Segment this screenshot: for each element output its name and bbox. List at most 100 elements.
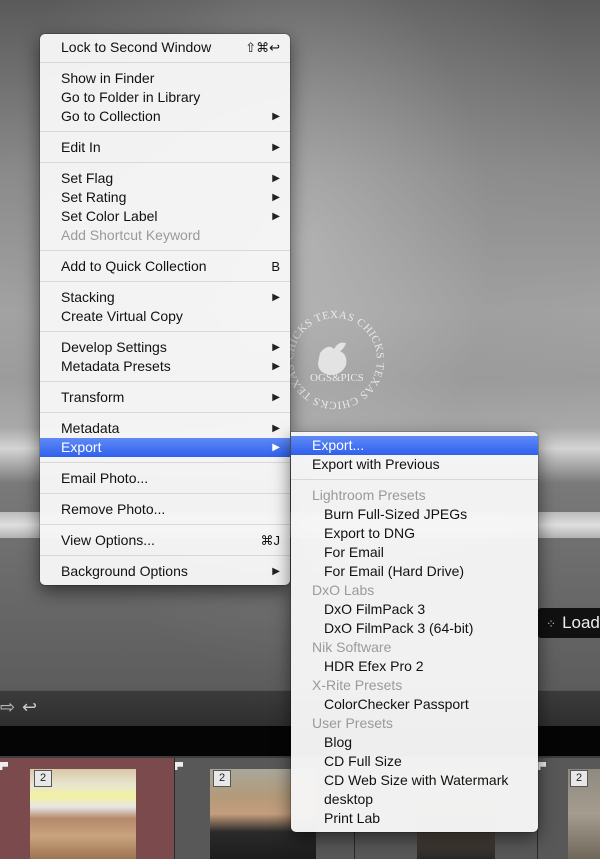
menu-item-set-rating[interactable]: Set Rating ▶ <box>40 188 290 207</box>
menu-separator <box>40 162 290 163</box>
menu-item-label: Set Color Label <box>61 208 158 224</box>
load-label: Load <box>562 613 600 632</box>
menu-item-label: Go to Collection <box>61 108 161 124</box>
submenu-arrow-icon: ▶ <box>272 111 280 122</box>
menu-separator <box>40 62 290 63</box>
filmstrip-cell[interactable]: 2 <box>538 758 600 859</box>
menu-item-label: Set Rating <box>61 189 127 205</box>
menu-item-metadata[interactable]: Metadata ▶ <box>40 419 290 438</box>
menu-item-set-flag[interactable]: Set Flag ▶ <box>40 169 290 188</box>
preset-item[interactable]: ColorChecker Passport <box>291 695 538 714</box>
preset-item[interactable]: For Email (Hard Drive) <box>291 562 538 581</box>
menu-item-create-virtual-copy[interactable]: Create Virtual Copy <box>40 307 290 326</box>
stack-count-badge: 2 <box>34 770 52 787</box>
menu-separator <box>291 479 538 480</box>
stack-count-badge: 2 <box>213 770 231 787</box>
export-submenu: Export... Export with Previous Lightroom… <box>291 432 538 832</box>
menu-item-label: Remove Photo... <box>61 501 166 517</box>
section-heading-nik-software: Nik Software <box>312 639 392 655</box>
menu-separator <box>40 281 290 282</box>
menu-item-add-to-quick-collection[interactable]: Add to Quick Collection B <box>40 257 290 276</box>
preset-item[interactable]: desktop <box>291 790 538 809</box>
preset-item[interactable]: Burn Full-Sized JPEGs <box>291 505 538 524</box>
menu-separator <box>40 131 290 132</box>
shortcut-label: ⌘J <box>260 533 281 548</box>
menu-item-label: View Options... <box>61 532 155 548</box>
menu-item-view-options[interactable]: View Options... ⌘J <box>40 531 290 550</box>
preset-item[interactable]: For Email <box>291 543 538 562</box>
submenu-item-export[interactable]: Export... <box>291 436 538 455</box>
menu-item-remove-photo[interactable]: Remove Photo... <box>40 500 290 519</box>
shortcut-label: B <box>271 259 280 274</box>
menu-item-label: Transform <box>61 389 125 405</box>
menu-item-add-shortcut-keyword: Add Shortcut Keyword <box>40 226 290 245</box>
menu-separator <box>40 381 290 382</box>
menu-item-label: Edit In <box>61 139 101 155</box>
menu-item-label: Metadata Presets <box>61 358 171 374</box>
preset-item[interactable]: HDR Efex Pro 2 <box>291 657 538 676</box>
return-icon[interactable]: ↩ <box>22 697 37 718</box>
submenu-arrow-icon: ▶ <box>272 142 280 153</box>
submenu-arrow-icon: ▶ <box>272 292 280 303</box>
submenu-arrow-icon: ▶ <box>272 192 280 203</box>
rotate-right-icon[interactable]: ⇨ <box>0 697 15 718</box>
filmstrip-cell[interactable]: 2 <box>0 758 175 859</box>
section-heading-dxo-labs: DxO Labs <box>312 582 375 598</box>
submenu-arrow-icon: ▶ <box>272 173 280 184</box>
menu-item-label: Develop Settings <box>61 339 167 355</box>
preset-item[interactable]: CD Web Size with Watermark <box>291 771 538 790</box>
load-button[interactable]: ⁘ Load <box>538 608 600 638</box>
menu-item-transform[interactable]: Transform ▶ <box>40 388 290 407</box>
menu-item-set-color-label[interactable]: Set Color Label ▶ <box>40 207 290 226</box>
menu-item-label: Lock to Second Window <box>61 39 212 55</box>
preset-item[interactable]: Export to DNG <box>291 524 538 543</box>
menu-separator <box>40 493 290 494</box>
menu-item-label: Export with Previous <box>312 456 440 472</box>
submenu-arrow-icon: ▶ <box>272 342 280 353</box>
flag-icon <box>175 762 183 770</box>
menu-separator <box>40 462 290 463</box>
flag-icon <box>538 762 546 770</box>
preset-item[interactable]: CD Full Size <box>291 752 538 771</box>
menu-item-email-photo[interactable]: Email Photo... <box>40 469 290 488</box>
menu-item-show-in-finder[interactable]: Show in Finder <box>40 69 290 88</box>
submenu-arrow-icon: ▶ <box>272 392 280 403</box>
menu-item-develop-settings[interactable]: Develop Settings ▶ <box>40 338 290 357</box>
menu-item-edit-in[interactable]: Edit In ▶ <box>40 138 290 157</box>
menu-separator <box>40 331 290 332</box>
stack-count-badge: 2 <box>570 770 588 787</box>
menu-item-label: Email Photo... <box>61 470 149 486</box>
menu-item-label: Create Virtual Copy <box>61 308 183 324</box>
submenu-arrow-icon: ▶ <box>272 423 280 434</box>
menu-item-label: Export... <box>312 437 365 453</box>
submenu-arrow-icon: ▶ <box>272 566 280 577</box>
menu-item-go-to-collection[interactable]: Go to Collection ▶ <box>40 107 290 126</box>
preset-item[interactable]: DxO FilmPack 3 <box>291 600 538 619</box>
watermark-logo: CHICKS TEXAS CHICKS TEXAS CHICKS TEXAS O… <box>284 309 386 411</box>
submenu-item-export-with-previous[interactable]: Export with Previous <box>291 455 538 474</box>
submenu-arrow-icon: ▶ <box>272 361 280 372</box>
preset-item[interactable]: DxO FilmPack 3 (64-bit) <box>291 619 538 638</box>
submenu-arrow-icon: ▶ <box>272 211 280 222</box>
preset-item[interactable]: Blog <box>291 733 538 752</box>
menu-item-label: Stacking <box>61 289 115 305</box>
menu-item-label: Export <box>61 439 102 455</box>
menu-item-export[interactable]: Export ▶ <box>40 438 290 457</box>
loading-dots-icon: ⁘ <box>546 617 557 631</box>
menu-item-label: Background Options <box>61 563 188 579</box>
menu-item-lock-to-second-window[interactable]: Lock to Second Window ⇧⌘↩ <box>40 38 290 57</box>
svg-text:OGS&PICS: OGS&PICS <box>310 372 364 384</box>
menu-item-stacking[interactable]: Stacking ▶ <box>40 288 290 307</box>
section-heading-xrite-presets: X-Rite Presets <box>312 677 403 693</box>
menu-separator <box>40 555 290 556</box>
menu-item-background-options[interactable]: Background Options ▶ <box>40 562 290 581</box>
menu-item-go-to-folder[interactable]: Go to Folder in Library <box>40 88 290 107</box>
menu-item-label: Add to Quick Collection <box>61 258 207 274</box>
menu-item-label: Add Shortcut Keyword <box>61 227 201 243</box>
menu-separator <box>40 412 290 413</box>
menu-separator <box>40 250 290 251</box>
submenu-arrow-icon: ▶ <box>272 442 280 453</box>
preset-item[interactable]: Print Lab <box>291 809 538 828</box>
menu-item-metadata-presets[interactable]: Metadata Presets ▶ <box>40 357 290 376</box>
menu-item-label: Go to Folder in Library <box>61 89 201 105</box>
